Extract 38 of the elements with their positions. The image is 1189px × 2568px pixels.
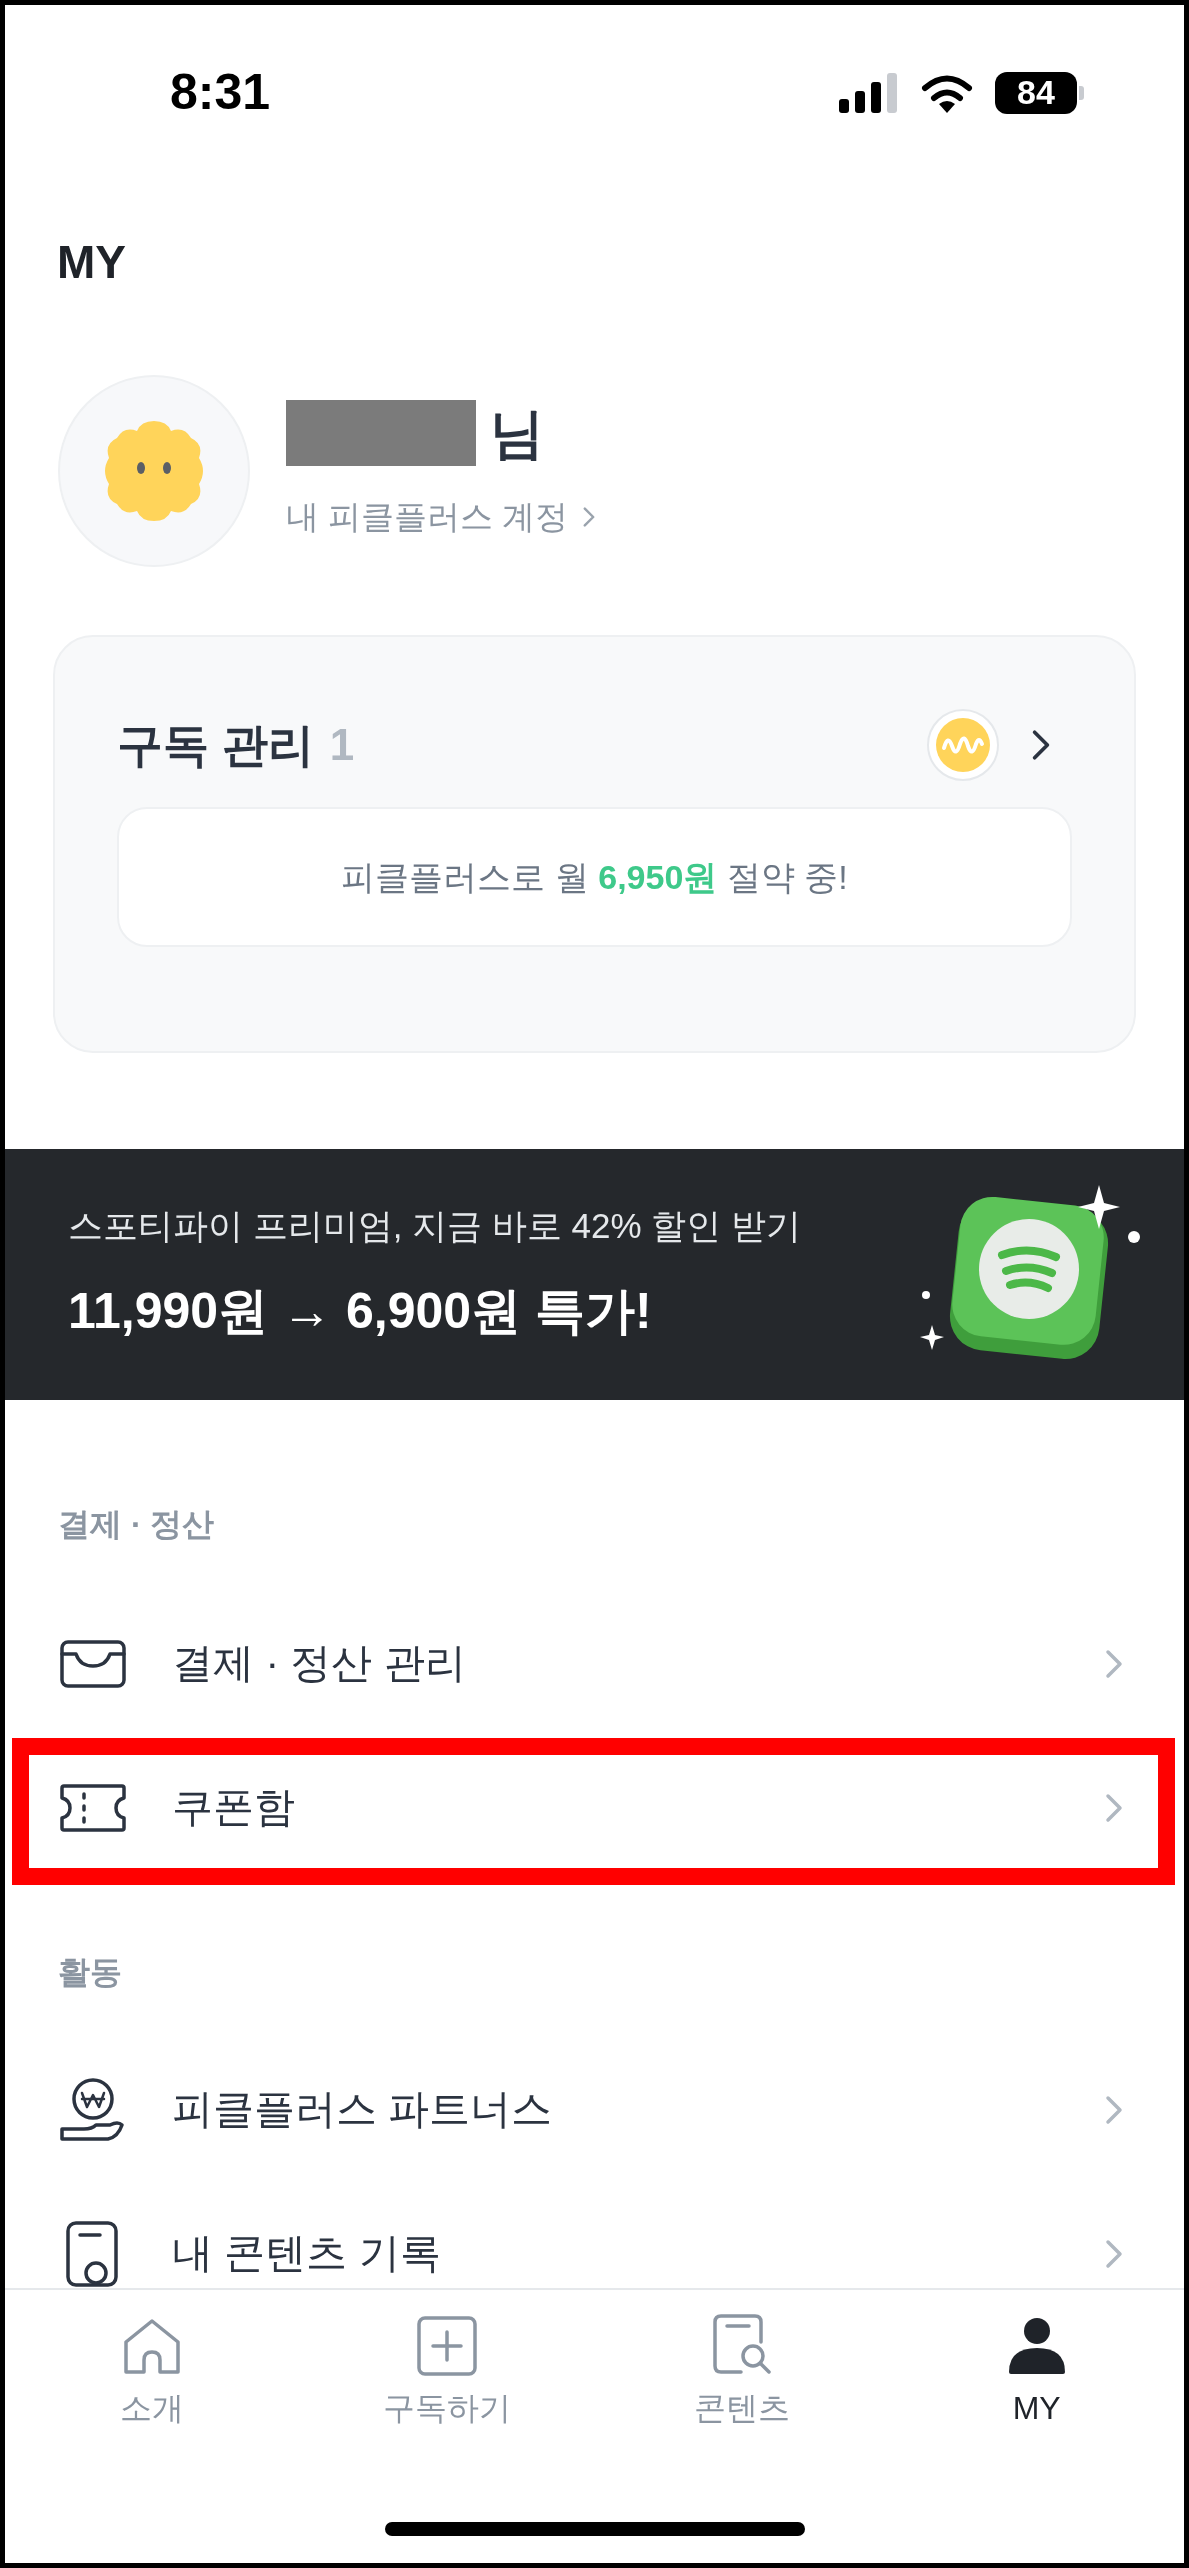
battery-indicator: 84 (995, 71, 1084, 114)
person-icon (1006, 2316, 1067, 2376)
subscription-count: 1 (329, 719, 355, 771)
name-suffix: 님 (490, 406, 544, 461)
wallet-icon (60, 1640, 126, 1688)
banner-subtitle: 스포티파이 프리미엄, 지금 바로 42% 할인 받기 (68, 1204, 802, 1247)
menu-item[interactable]: 결제 · 정산 관리 (5, 1592, 1184, 1736)
document-search-icon (710, 2314, 773, 2376)
card-title: 구독 관리 (117, 717, 314, 773)
chevron-right-icon (582, 505, 597, 529)
menu-item[interactable]: 쿠폰함 (5, 1736, 1184, 1880)
signal-icon (839, 72, 899, 113)
menu-label: 내 콘텐츠 기록 (172, 2229, 442, 2279)
wave-logo-icon (926, 708, 1000, 782)
plus-square-icon (417, 2316, 478, 2376)
savings-message: 피클플러스로 월 6,950원 절약 중! (341, 856, 848, 898)
menu-label: 쿠폰함 (172, 1783, 296, 1833)
chevron-right-icon (1104, 2237, 1124, 2271)
banner-headline: 11,990원 → 6,900원 특가! (68, 1282, 653, 1342)
menu-label: 피클플러스 파트너스 (172, 2085, 554, 2135)
section-label: 결제 · 정산 (58, 1504, 215, 1544)
menu-label: 결제 · 정산 관리 (172, 1639, 467, 1689)
section-label: 활동 (58, 1952, 122, 1992)
ticket-icon (60, 1784, 126, 1832)
menu-item[interactable]: 피클플러스 파트너스 (5, 2038, 1184, 2182)
chevron-right-icon (1030, 728, 1052, 762)
wifi-icon (921, 72, 973, 113)
chevron-right-icon (1104, 1791, 1124, 1825)
home-icon (122, 2318, 183, 2376)
promo-banner[interactable]: 스포티파이 프리미엄, 지금 바로 42% 할인 받기 11,990원 → 6,900원 특가! (5, 1149, 1184, 1400)
chevron-right-icon (1104, 2093, 1124, 2127)
status-time: 8:31 (170, 63, 271, 122)
coin-hand-icon (60, 2077, 126, 2143)
menu-item[interactable]: 내 콘텐츠 기록 (5, 2182, 1184, 2288)
chevron-right-icon (1104, 1647, 1124, 1681)
subscription-card[interactable]: 구독 관리 1 피클플러스로 월 6,950원 절약 중! (53, 635, 1136, 1053)
page-title: MY (57, 235, 126, 290)
tab-item[interactable]: MY (889, 2312, 1184, 2432)
